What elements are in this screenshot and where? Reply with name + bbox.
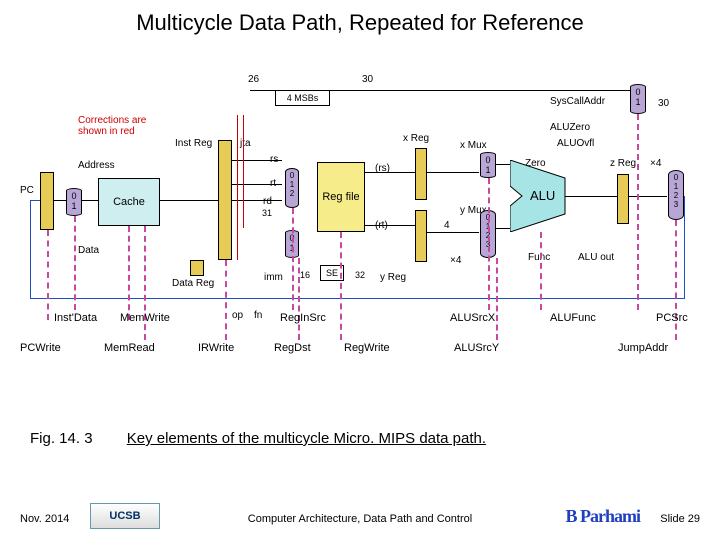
ctrl-dash <box>225 260 227 340</box>
wire <box>365 225 415 226</box>
wire <box>232 160 282 161</box>
bitwidth-30-right: 30 <box>658 98 669 109</box>
ctrl-dash <box>340 232 342 340</box>
imm-label: imm <box>264 272 283 283</box>
regdst-mux: 012 <box>285 168 299 208</box>
jta-label: jta <box>240 138 251 149</box>
wire <box>629 196 667 197</box>
wire <box>365 172 415 173</box>
wire <box>160 200 218 201</box>
regdst-sig: RegDst <box>274 342 311 354</box>
reginsrc-sig: RegInSrc <box>280 312 326 324</box>
x-mux: 01 <box>480 152 496 178</box>
ctrl-dash <box>488 178 490 310</box>
instdata-sig: Inst'Data <box>54 312 97 324</box>
zreg-label: z Reg <box>610 158 636 169</box>
wire <box>54 200 66 201</box>
data-label: Data <box>78 245 99 256</box>
datareg-box <box>190 260 204 276</box>
jump-mux: 01 <box>630 84 646 114</box>
blue-wire <box>684 196 685 298</box>
blue-wire <box>30 200 40 201</box>
yreg-box <box>415 210 427 262</box>
instreg-label: Inst Reg <box>175 138 212 149</box>
alusrcx-sig: ALUSrcX <box>450 312 495 324</box>
pcsrc-sig: PCSrc <box>656 312 688 324</box>
aluovfl-label: ALUOvfl <box>557 138 594 149</box>
pcwrite-sig: PCWrite <box>20 342 61 354</box>
fn-label: fn <box>254 310 262 321</box>
bitwidth-30-top: 30 <box>362 74 373 85</box>
bw16-label: 16 <box>300 270 310 280</box>
addr-mux: 01 <box>66 188 82 216</box>
zreg-box <box>617 174 629 224</box>
figure-text: Key elements of the multicycle Micro. MI… <box>127 430 486 447</box>
bw31-label: 31 <box>262 208 272 218</box>
irwrite-sig: IRWrite <box>198 342 234 354</box>
msb-box: 4 MSBs <box>275 90 330 106</box>
xmux-label: x Mux <box>460 140 487 151</box>
aluout-label: ALU out <box>578 252 614 263</box>
ctrl-dash <box>74 216 76 310</box>
wire <box>427 232 479 233</box>
memread-sig: MemRead <box>104 342 155 354</box>
syscalladdr-label: SysCallAddr <box>550 96 605 107</box>
pc-label: PC <box>20 185 34 196</box>
wire <box>427 172 479 173</box>
regwrite-sig: RegWrite <box>344 342 390 354</box>
figure-caption: Fig. 14. 3 Key elements of the multicycl… <box>30 430 700 447</box>
pcsrc-mux: 0123 <box>668 170 684 220</box>
address-label: Address <box>78 160 115 171</box>
ctrl-dash <box>298 258 300 340</box>
author-signature: B Parhami <box>566 506 641 527</box>
red-wire <box>243 115 244 228</box>
ctrl-dash <box>292 208 294 310</box>
datareg-label: Data Reg <box>172 278 214 289</box>
ctrl-dash <box>637 114 639 310</box>
wire <box>232 184 282 185</box>
four-label: 4 <box>444 220 450 231</box>
wire <box>232 200 282 201</box>
bitwidth-26: 26 <box>248 74 259 85</box>
figure-number: Fig. 14. 3 <box>30 430 93 447</box>
xreg-box <box>415 148 427 200</box>
op-label: op <box>232 310 243 321</box>
x4-label: ×4 <box>650 158 661 169</box>
wire <box>565 196 617 197</box>
memwrite-sig: MemWrite <box>120 312 170 324</box>
jumpaddr-sig: JumpAddr <box>618 342 668 354</box>
pc-box <box>40 172 54 230</box>
bw32-label: 32 <box>355 270 365 280</box>
ctrl-dash <box>540 232 542 310</box>
alusrcy-sig: ALUSrcY <box>454 342 499 354</box>
aluzero-label: ALUZero <box>550 122 590 133</box>
ctrl-dash <box>47 230 49 320</box>
slide-number: Slide 29 <box>660 513 700 525</box>
regfile-box: Reg file <box>317 162 365 232</box>
wire <box>496 228 510 229</box>
wire <box>82 200 98 201</box>
x4b-label: ×4 <box>450 255 461 266</box>
slide-title: Multicycle Data Path, Repeated for Refer… <box>0 10 720 36</box>
ctrl-dash <box>128 226 130 320</box>
instreg-box <box>218 140 232 260</box>
alu-text: ALU <box>530 188 555 203</box>
xreg-label: x Reg <box>403 133 429 144</box>
yreg-label: y Reg <box>380 272 406 283</box>
rd-label: rd <box>263 196 272 207</box>
cache-box: Cache <box>98 178 160 226</box>
corrections-note: Corrections are shown in red <box>78 115 168 137</box>
wire <box>496 164 510 165</box>
alufunc-sig: ALUFunc <box>550 312 596 324</box>
ctrl-dash <box>496 258 498 340</box>
red-wire <box>237 115 238 260</box>
datapath-diagram: 26 30 4 MSBs SysCallAddr 01 30 Correctio… <box>20 60 700 410</box>
blue-wire <box>30 200 31 298</box>
